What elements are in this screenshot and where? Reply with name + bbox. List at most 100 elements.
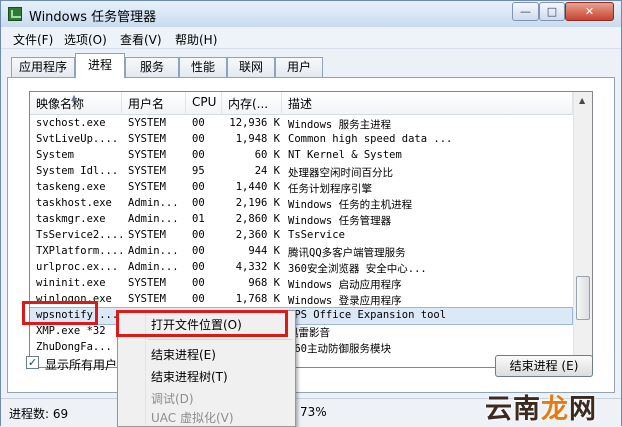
watermark-suffix: 网: [569, 394, 597, 425]
table-row[interactable]: ZhuDongFa... 360主动防御服务模块: [30, 340, 572, 356]
close-button[interactable]: ✕: [565, 2, 614, 21]
column-user-name[interactable]: 用户名: [122, 92, 186, 115]
menu-view[interactable]: 查看(V): [120, 31, 162, 48]
table-row[interactable]: XMP.exe *32 迅雷影音: [30, 324, 572, 340]
table-row[interactable]: System Idl... SYSTEM 95 24 K 处理器空闲时间百分比: [30, 164, 572, 180]
process-description: Windows 登录应用程序: [288, 295, 402, 307]
end-process-button[interactable]: 结束进程 (E): [495, 355, 593, 377]
table-row[interactable]: SvtLiveUp.... SYSTEM 00 1,948 K Common high …: [30, 132, 572, 148]
sort-up-icon: ▲: [71, 93, 78, 102]
show-all-users-checkbox[interactable]: ✓: [26, 356, 39, 369]
scroll-thumb[interactable]: [576, 276, 590, 320]
task-manager-icon: [8, 7, 22, 21]
table-row[interactable]: taskhost.exe Admin... 00 2,196 K Windows 任务的…: [30, 196, 572, 212]
process-name: svchost.exe: [36, 117, 106, 129]
ctx-uac-virtualization: UAC 虚拟化(V): [151, 411, 234, 425]
process-description: WPS Office Expansion tool: [288, 309, 447, 321]
process-memory: 4,332 K: [235, 261, 280, 273]
process-user: SYSTEM: [128, 229, 166, 241]
process-user: SYSTEM: [128, 149, 166, 161]
process-description: NT Kernel & System: [288, 149, 402, 161]
table-row[interactable]: urlproc.ex... Admin... 00 4,332 K 360安全浏览器 安…: [30, 260, 572, 276]
process-description: TsService: [288, 229, 345, 241]
highlight-box-process: [22, 301, 98, 325]
title-bar[interactable]: Windows 任务管理器 — □ ✕: [1, 1, 621, 27]
process-memory: 2,360 K: [235, 229, 280, 241]
process-cpu: 00: [192, 181, 205, 193]
process-description: 360主动防御服务模块: [288, 343, 391, 355]
scroll-up-icon[interactable]: ▲: [579, 96, 585, 105]
process-cpu: 00: [192, 197, 205, 209]
menu-options[interactable]: 选项(O): [64, 31, 107, 48]
table-row[interactable]: svchost.exe SYSTEM 00 12,936 K Windows 服务主进程: [30, 116, 572, 132]
process-name: taskeng.exe: [36, 181, 106, 193]
process-memory: 2,196 K: [235, 197, 280, 209]
column-cpu[interactable]: CPU: [186, 92, 222, 115]
ctx-end-process[interactable]: 结束进程(E): [151, 346, 216, 363]
table-row[interactable]: wpsnotify.... WPS Office Expansion tool: [30, 307, 573, 325]
process-cpu: 00: [192, 245, 205, 257]
table-row[interactable]: taskeng.exe SYSTEM 00 1,440 K 任务计划程序引擎: [30, 180, 572, 196]
process-user: SYSTEM: [128, 133, 166, 145]
process-user: SYSTEM: [128, 117, 166, 129]
process-description: Common high speed data ...: [288, 133, 453, 145]
process-cpu: 00: [192, 261, 205, 273]
table-row[interactable]: TsService2.... SYSTEM 00 2,360 K TsService: [30, 228, 572, 244]
process-description: 处理器空闲时间百分比: [288, 167, 393, 179]
table-row[interactable]: taskmgr.exe Admin... 01 2,860 K Windows 任务管理…: [30, 212, 572, 228]
process-memory: 2,860 K: [235, 213, 280, 225]
process-cpu: 00: [192, 229, 205, 241]
process-memory: 24 K: [254, 165, 280, 177]
process-cpu: 00: [192, 293, 205, 305]
process-description: Windows 启动应用程序: [288, 279, 402, 291]
process-name: SvtLiveUp....: [36, 133, 119, 145]
process-name: ZhuDongFa...: [36, 341, 112, 353]
window-title: Windows 任务管理器: [29, 10, 157, 25]
process-memory: 968 K: [248, 277, 280, 289]
tab-networking[interactable]: 联网: [227, 57, 275, 77]
process-description: Windows 服务主进程: [288, 119, 392, 131]
table-row[interactable]: System SYSTEM 00 60 K NT Kernel & System: [30, 148, 572, 164]
table-row[interactable]: wininit.exe SYSTEM 00 968 K Windows 启动应用程序: [30, 276, 572, 292]
process-description: Windows 任务的主机进程: [288, 199, 413, 211]
task-manager-window: Windows 任务管理器 — □ ✕ 文件(F) 选项(O) 查看(V) 帮助…: [0, 0, 622, 427]
column-image-name[interactable]: ▲ 映像名称: [30, 92, 122, 115]
tab-processes[interactable]: 进程: [75, 53, 125, 78]
process-name: System Idl...: [36, 165, 119, 177]
process-list: ▲ 映像名称 用户名 CPU 内存(... 描述 svchost.exe SYST…: [29, 91, 593, 368]
process-cpu: 00: [192, 133, 205, 145]
watermark-logo: 云南龙网: [485, 387, 611, 425]
ctx-debug: 调试(D): [151, 392, 194, 406]
show-all-users-label[interactable]: 显示所有用户: [45, 356, 117, 373]
maximize-button[interactable]: □: [539, 2, 565, 21]
process-cpu: 00: [192, 277, 205, 289]
ctx-end-process-tree[interactable]: 结束进程树(T): [151, 368, 228, 385]
menu-help[interactable]: 帮助(H): [175, 31, 217, 48]
table-row[interactable]: TXPlatform.... Admin... 00 944 K 腾讯QQ多客户端管理服…: [30, 244, 572, 260]
process-name: System: [36, 149, 74, 161]
menu-file[interactable]: 文件(F): [13, 31, 53, 48]
process-cpu: 95: [192, 165, 205, 177]
context-menu-separator: [148, 339, 292, 340]
process-memory: 944 K: [248, 245, 280, 257]
process-memory: 1,768 K: [235, 293, 280, 305]
process-name: TsService2....: [36, 229, 125, 241]
process-user: SYSTEM: [128, 181, 166, 193]
tab-performance[interactable]: 性能: [179, 57, 227, 77]
process-user: SYSTEM: [128, 277, 166, 289]
minimize-button[interactable]: —: [512, 2, 539, 21]
process-memory: 1,440 K: [235, 181, 280, 193]
column-memory[interactable]: 内存(...: [222, 92, 282, 115]
process-description: 任务计划程序引擎: [288, 183, 372, 195]
process-name: wininit.exe: [36, 277, 106, 289]
vertical-scrollbar[interactable]: ▲ ▼: [573, 92, 592, 367]
tab-services[interactable]: 服务: [125, 57, 179, 77]
tab-applications[interactable]: 应用程序: [11, 57, 75, 77]
cpu-usage: 73%: [300, 405, 327, 419]
tab-users[interactable]: 用户: [275, 57, 323, 77]
column-description[interactable]: 描述: [282, 92, 573, 115]
table-row[interactable]: winlogon.exe SYSTEM 00 1,768 K Windows 登录应用程…: [30, 292, 572, 308]
process-memory: 60 K: [254, 149, 280, 161]
process-user: SYSTEM: [128, 293, 166, 305]
process-count: 进程数: 69: [9, 407, 69, 421]
